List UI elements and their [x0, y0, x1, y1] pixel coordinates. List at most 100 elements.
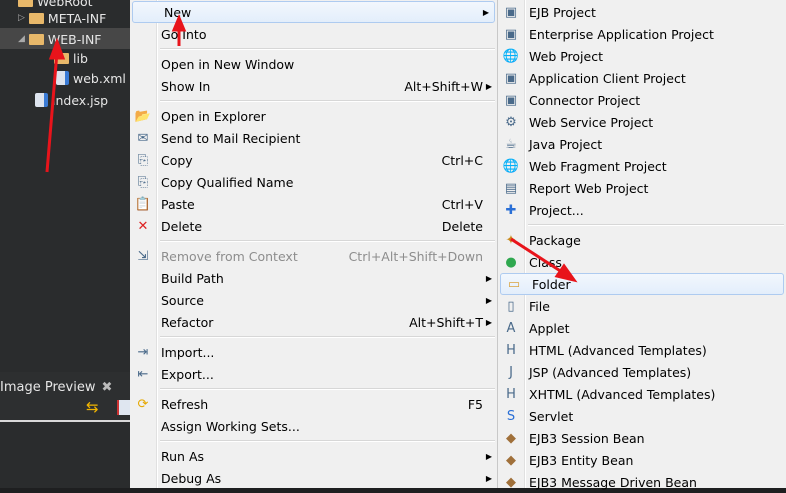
- menu-item-new[interactable]: New ▶: [132, 1, 495, 23]
- shortcut: Ctrl+C: [441, 152, 483, 168]
- shortcut: Alt+Shift+W: [404, 78, 483, 94]
- tree-item-meta-inf[interactable]: ▷ META-INF: [18, 8, 106, 28]
- submenu-arrow-icon: ▶: [485, 273, 492, 283]
- submenu-arrow-icon: ▶: [482, 7, 489, 17]
- folder-icon: [18, 0, 33, 7]
- copy-icon: ⎘: [137, 152, 149, 168]
- menu-item-paste[interactable]: 📋 Paste Ctrl+V: [130, 193, 497, 215]
- menu-icon-slot: [138, 4, 154, 20]
- refresh-icon: ⟳: [137, 396, 149, 412]
- export-icon: ⇤: [137, 366, 149, 382]
- tree-item-lib[interactable]: lib: [54, 48, 88, 68]
- tab-image-preview[interactable]: Image Preview ✖: [0, 376, 112, 398]
- menu-item-send-to-mail-recipient[interactable]: ✉ Send to Mail Recipient: [130, 127, 497, 149]
- menu-item-build-path[interactable]: Build Path ▶: [130, 267, 497, 289]
- menu-icon-slot: [135, 270, 151, 286]
- report-web-project-icon: ▤: [504, 180, 518, 196]
- class-icon: ●: [505, 254, 517, 270]
- menu-item-html-advanced-templates[interactable]: H HTML (Advanced Templates): [498, 339, 786, 361]
- menu-item-connector-project[interactable]: ▣ Connector Project: [498, 89, 786, 111]
- menu-item-jsp-advanced-templates[interactable]: J JSP (Advanced Templates): [498, 361, 786, 383]
- expand-icon[interactable]: ▷: [18, 13, 25, 23]
- folder-icon: [54, 52, 69, 64]
- tree-item-web-xml[interactable]: web.xml: [56, 68, 126, 88]
- open-in-explorer-icon: 📂: [134, 108, 152, 124]
- menu-item-open-in-new-window[interactable]: Open in New Window: [130, 53, 497, 75]
- menu-icon-slot: [135, 78, 151, 94]
- menu-item-assign-working-sets[interactable]: Assign Working Sets...: [130, 415, 497, 437]
- menu-item-project[interactable]: ✚ Project...: [498, 199, 786, 221]
- file-icon: ▯: [507, 298, 515, 314]
- menu-item-folder[interactable]: ▭ Folder: [500, 273, 784, 295]
- menu-item-ejb3-message-driven-bean[interactable]: ◆ EJB3 Message Driven Bean: [498, 471, 786, 493]
- shortcut: Ctrl+V: [441, 196, 483, 212]
- menu-item-applet[interactable]: A Applet: [498, 317, 786, 339]
- menu-item-export[interactable]: ⇤ Export...: [130, 363, 497, 385]
- menu-item-refresh[interactable]: ⟳ Refresh F5: [130, 393, 497, 415]
- tree-item-web-inf[interactable]: ◢ WEB-INF: [18, 29, 102, 49]
- menu-item-servlet[interactable]: S Servlet: [498, 405, 786, 427]
- menu-item-run-as[interactable]: Run As ▶: [130, 445, 497, 467]
- menu-item-report-web-project[interactable]: ▤ Report Web Project: [498, 177, 786, 199]
- ejb-project-icon: ▣: [504, 4, 518, 20]
- send-to-mail-recipient-icon: ✉: [137, 130, 149, 146]
- web-fragment-project-icon: 🌐: [502, 158, 520, 174]
- close-icon[interactable]: ✖: [101, 380, 112, 395]
- menu-item-web-project[interactable]: 🌐 Web Project: [498, 45, 786, 67]
- menu-icon-slot: [135, 470, 151, 486]
- menu-item-refactor[interactable]: Refactor Alt+Shift+T ▶: [130, 311, 497, 333]
- menu-item-copy-qualified-name[interactable]: ⎘ Copy Qualified Name: [130, 171, 497, 193]
- menu-separator: [130, 45, 497, 53]
- ejb3-session-bean-icon: ◆: [506, 430, 516, 446]
- submenu-arrow-icon: ▶: [485, 451, 492, 461]
- html-advanced-templates-icon: H: [506, 342, 516, 358]
- image-icon[interactable]: [117, 400, 130, 415]
- menu-item-copy[interactable]: ⎘ Copy Ctrl+C: [130, 149, 497, 171]
- menu-item-web-service-project[interactable]: ⚙ Web Service Project: [498, 111, 786, 133]
- xml-file-icon: [56, 71, 69, 85]
- submenu-arrow-icon: ▶: [485, 317, 492, 327]
- menu-item-ejb3-entity-bean[interactable]: ◆ EJB3 Entity Bean: [498, 449, 786, 471]
- menu-item-source[interactable]: Source ▶: [130, 289, 497, 311]
- menu-item-enterprise-application-project[interactable]: ▣ Enterprise Application Project: [498, 23, 786, 45]
- menu-item-xhtml-advanced-templates[interactable]: H XHTML (Advanced Templates): [498, 383, 786, 405]
- delete-icon: ✕: [137, 218, 149, 234]
- menu-item-open-in-explorer[interactable]: 📂 Open in Explorer: [130, 105, 497, 127]
- folder-icon: ▭: [507, 276, 521, 292]
- menu-icon-slot: [135, 26, 151, 42]
- collapse-icon[interactable]: ◢: [18, 34, 25, 44]
- menu-separator: [130, 97, 497, 105]
- folder-icon: [28, 33, 44, 45]
- xhtml-advanced-templates-icon: H: [506, 386, 516, 402]
- menu-item-application-client-project[interactable]: ▣ Application Client Project: [498, 67, 786, 89]
- servlet-icon: S: [506, 408, 516, 424]
- menu-icon-slot: [135, 448, 151, 464]
- shortcut: Ctrl+Alt+Shift+Down: [348, 248, 483, 264]
- new-submenu: ▣ EJB Project ▣ Enterprise Application Proj…: [498, 0, 786, 490]
- menu-item-java-project[interactable]: ☕ Java Project: [498, 133, 786, 155]
- menu-separator: [130, 237, 497, 245]
- menu-item-remove-from-context[interactable]: ⇲ Remove from Context Ctrl+Alt+Shift+Down: [130, 245, 497, 267]
- menu-item-delete[interactable]: ✕ Delete Delete: [130, 215, 497, 237]
- connector-project-icon: ▣: [504, 92, 518, 108]
- menu-item-package[interactable]: ✦ Package: [498, 229, 786, 251]
- menu-item-ejb3-session-bean[interactable]: ◆ EJB3 Session Bean: [498, 427, 786, 449]
- shortcut: Delete: [441, 218, 483, 234]
- menu-separator: [130, 437, 497, 445]
- menu-item-debug-as[interactable]: Debug As ▶: [130, 467, 497, 489]
- menu-item-go-into[interactable]: Go Into: [130, 23, 497, 45]
- link-with-editor-icon[interactable]: ⇆: [86, 398, 99, 416]
- package-explorer: WebRoot ▷ META-INF ◢ WEB-INF lib web.xml i…: [0, 0, 130, 488]
- project-icon: ✚: [505, 202, 517, 218]
- menu-item-ejb-project[interactable]: ▣ EJB Project: [498, 1, 786, 23]
- menu-item-class[interactable]: ● Class: [498, 251, 786, 273]
- applet-icon: A: [506, 320, 516, 336]
- menu-item-web-fragment-project[interactable]: 🌐 Web Fragment Project: [498, 155, 786, 177]
- remove-from-context-icon: ⇲: [137, 248, 149, 264]
- menu-item-file[interactable]: ▯ File: [498, 295, 786, 317]
- menu-item-show-in[interactable]: Show In Alt+Shift+W ▶: [130, 75, 497, 97]
- tree-item-index-jsp[interactable]: index.jsp: [35, 90, 108, 110]
- menu-item-import[interactable]: ⇥ Import...: [130, 341, 497, 363]
- java-project-icon: ☕: [505, 136, 517, 152]
- copy-qualified-name-icon: ⎘: [137, 174, 149, 190]
